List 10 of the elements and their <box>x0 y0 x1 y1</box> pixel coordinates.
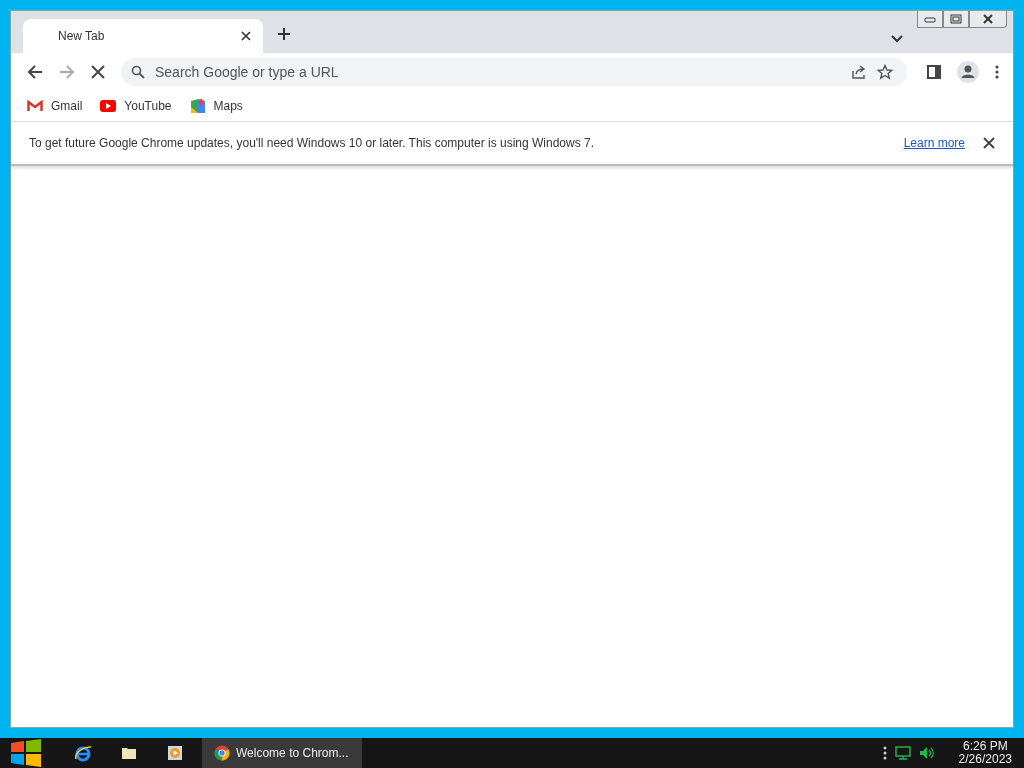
bookmark-link[interactable]: YouTube <box>100 99 172 113</box>
taskbar-button[interactable]: Welcome to Chrom... <box>202 738 362 768</box>
address-bar[interactable]: Search Google or type a URL <box>121 58 907 86</box>
address-field[interactable]: Search Google or type a URL <box>155 64 841 80</box>
bookmark-link[interactable]: Maps <box>189 98 243 114</box>
clock[interactable]: 6:26 PM 2/26/2023 <box>958 740 1012 766</box>
browser-tab[interactable]: New Tab <box>23 19 263 53</box>
bookmark-link[interactable]: Gmail <box>27 99 83 113</box>
update-message: To get future Google Chrome updates, you'll need Windows 10 or later. This computer is using Windows 7. <box>29 136 596 150</box>
learn-more-link[interactable]: Learn more <box>903 136 965 150</box>
